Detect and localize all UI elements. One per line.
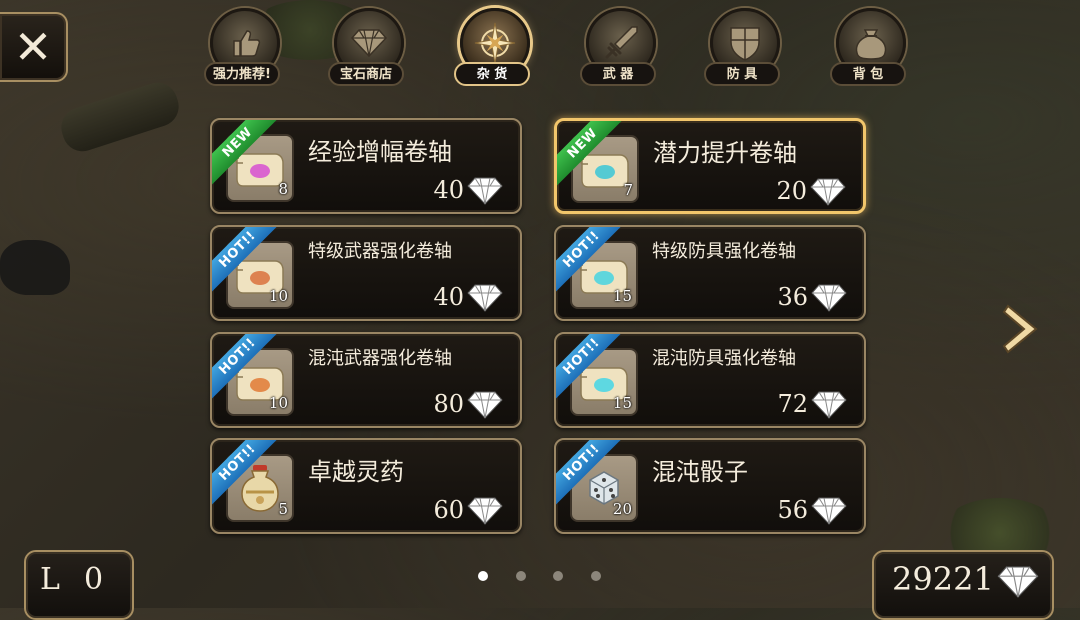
tab-bag[interactable]: 背 包 bbox=[830, 8, 906, 86]
shop-item-card[interactable]: 10 混沌武器强化卷轴 80 HOT!! bbox=[210, 332, 522, 428]
item-price: 72 bbox=[777, 390, 808, 418]
tab-label: 防 具 bbox=[704, 62, 780, 86]
tab-gem-shop[interactable]: 宝石商店 bbox=[328, 8, 404, 86]
diamond-icon bbox=[467, 497, 503, 525]
close-icon: ✕ bbox=[13, 20, 53, 74]
item-quantity: 10 bbox=[268, 287, 288, 305]
tab-label: 宝石商店 bbox=[328, 62, 404, 86]
item-name: 经验增幅卷轴 bbox=[308, 138, 452, 166]
item-quantity: 8 bbox=[278, 180, 288, 198]
gem-balance: 29221 bbox=[872, 550, 1054, 620]
item-quantity: 10 bbox=[268, 394, 288, 412]
tab-label: 武 器 bbox=[580, 62, 656, 86]
tab-label: 杂 货 bbox=[454, 62, 530, 86]
item-quantity: 15 bbox=[612, 287, 632, 305]
item-quantity: 5 bbox=[278, 500, 288, 518]
diamond-icon bbox=[997, 566, 1039, 598]
item-name: 卓越灵药 bbox=[308, 458, 404, 486]
diamond-icon bbox=[811, 497, 847, 525]
tab-misc[interactable]: 杂 货 bbox=[454, 8, 530, 86]
item-name: 混沌武器强化卷轴 bbox=[308, 348, 452, 369]
tab-armor[interactable]: 防 具 bbox=[704, 8, 780, 86]
page-dot[interactable] bbox=[516, 571, 526, 581]
item-name: 潜力提升卷轴 bbox=[653, 139, 797, 167]
shop-item-card[interactable]: 8 经验增幅卷轴 40 NEW bbox=[210, 118, 522, 214]
diamond-icon bbox=[811, 284, 847, 312]
item-price: 60 bbox=[433, 496, 464, 524]
diamond-icon bbox=[467, 177, 503, 205]
item-quantity: 15 bbox=[612, 394, 632, 412]
tab-weapons[interactable]: 武 器 bbox=[580, 8, 656, 86]
chevron-right-icon[interactable] bbox=[1000, 302, 1044, 356]
item-price: 40 bbox=[433, 283, 464, 311]
item-price: 40 bbox=[433, 176, 464, 204]
item-name: 混沌骰子 bbox=[652, 458, 748, 486]
background-log bbox=[56, 77, 184, 157]
tab-label: 强力推荐! bbox=[204, 62, 280, 86]
item-quantity: 7 bbox=[623, 181, 633, 199]
item-price: 56 bbox=[777, 496, 808, 524]
page-dot-active[interactable] bbox=[478, 571, 488, 581]
level-label: L bbox=[40, 562, 60, 597]
page-dot[interactable] bbox=[553, 571, 563, 581]
item-name: 混沌防具强化卷轴 bbox=[652, 348, 796, 369]
diamond-icon bbox=[810, 178, 846, 206]
item-quantity: 20 bbox=[612, 500, 632, 518]
item-price: 36 bbox=[777, 283, 808, 311]
item-price: 20 bbox=[776, 177, 807, 205]
level-value: 0 bbox=[84, 562, 104, 597]
diamond-icon bbox=[467, 284, 503, 312]
shop-item-card[interactable]: 5 卓越灵药 60 HOT!! bbox=[210, 438, 522, 534]
tab-recommended[interactable]: 强力推荐! bbox=[204, 8, 280, 86]
item-name: 特级防具强化卷轴 bbox=[652, 241, 796, 262]
shop-item-card[interactable]: 15 混沌防具强化卷轴 72 HOT!! bbox=[554, 332, 866, 428]
shop-item-card[interactable]: 10 特级武器强化卷轴 40 HOT!! bbox=[210, 225, 522, 321]
shop-item-card[interactable]: 20 混沌骰子 56 HOT!! bbox=[554, 438, 866, 534]
page-dot[interactable] bbox=[591, 571, 601, 581]
gem-count: 29221 bbox=[892, 560, 994, 598]
tab-label: 背 包 bbox=[830, 62, 906, 86]
diamond-icon bbox=[467, 391, 503, 419]
shop-item-card-selected[interactable]: 7 潜力提升卷轴 20 NEW bbox=[554, 118, 866, 214]
item-price: 80 bbox=[433, 390, 464, 418]
background-creature bbox=[0, 240, 70, 295]
item-name: 特级武器强化卷轴 bbox=[308, 241, 452, 262]
close-button[interactable]: ✕ bbox=[0, 12, 68, 82]
level-display: L 0 bbox=[24, 550, 134, 620]
diamond-icon bbox=[811, 391, 847, 419]
shop-item-card[interactable]: 15 特级防具强化卷轴 36 HOT!! bbox=[554, 225, 866, 321]
